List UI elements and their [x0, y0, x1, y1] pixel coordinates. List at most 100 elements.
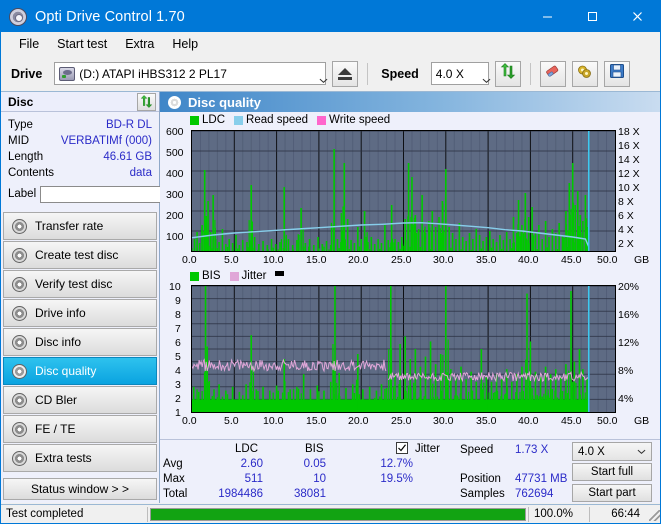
- disc-refresh-button[interactable]: [137, 92, 156, 111]
- disc-contents-value: data: [129, 167, 152, 179]
- progress-percent: 100.0%: [534, 508, 574, 520]
- refresh-button[interactable]: [494, 60, 521, 87]
- charts-area: LDC Read speed Write speed 600 500 400 3…: [160, 112, 660, 439]
- sidebar-item-cd-bler[interactable]: CD Bler: [3, 386, 157, 414]
- ldc-ytick-600: 600: [166, 126, 184, 138]
- menu-file[interactable]: File: [10, 35, 48, 53]
- menu-extra[interactable]: Extra: [116, 35, 163, 53]
- bis-ytick-8: 8: [175, 309, 181, 321]
- disc-info-list: Type BD-R DL MID VERBATIMf (000) Length …: [1, 112, 243, 207]
- minimize-button[interactable]: [525, 1, 570, 32]
- speed-select[interactable]: 4.0 X: [430, 62, 491, 85]
- window-title: Opti Drive Control 1.70: [35, 8, 185, 25]
- sidebar-item-label: FE / TE: [35, 422, 76, 436]
- bis-xtick-10: 10.0: [263, 415, 284, 427]
- bis-xaxis-unit: GB: [634, 415, 650, 427]
- sidebar-item-verify-test-disc[interactable]: Verify test disc: [3, 270, 157, 298]
- start-full-button[interactable]: Start full: [572, 463, 652, 481]
- bis-y2tick-16: 16%: [618, 309, 640, 321]
- eraser-button[interactable]: [539, 60, 566, 87]
- bis-ytick-5: 5: [175, 351, 181, 363]
- menu-help[interactable]: Help: [163, 35, 207, 53]
- stats-avg-ldc: 2.60: [240, 458, 263, 470]
- disc-icon: [12, 363, 27, 379]
- app-disc-icon: [9, 7, 27, 26]
- menu-start-test[interactable]: Start test: [48, 35, 116, 53]
- bis-xtick-40: 40.0: [518, 415, 539, 427]
- stats-avg-bis: 0.05: [303, 458, 326, 470]
- panel-header: Disc quality: [160, 92, 660, 112]
- sidebar-item-fe-te[interactable]: FE / TE: [3, 415, 157, 443]
- maximize-button[interactable]: [570, 1, 615, 32]
- refresh-icon: [140, 95, 153, 108]
- ldc-y2tick-10x: 10 X: [618, 182, 640, 194]
- legend-swatch-write-speed: [317, 115, 327, 125]
- bis-ytick-3: 3: [175, 379, 181, 391]
- chevron-down-icon: [637, 447, 646, 459]
- ldc-xaxis-unit: GB: [634, 254, 650, 266]
- drive-select[interactable]: (D:) ATAPI iHBS312 2 PL17: [54, 62, 328, 85]
- speed-stat-value: 1.73 X: [515, 444, 549, 456]
- bis-xtick-5: 5.0: [224, 415, 239, 427]
- sidebar-item-extra-tests[interactable]: Extra tests: [3, 444, 157, 472]
- sidebar-item-disc-quality[interactable]: Disc quality: [3, 357, 157, 385]
- sidebar-item-label: Disc info: [35, 335, 82, 349]
- sidebar-item-create-test-disc[interactable]: Create test disc: [3, 241, 157, 269]
- status-window-button[interactable]: Status window > >: [3, 478, 157, 500]
- status-message: Test completed: [6, 508, 84, 520]
- resize-grip[interactable]: [649, 510, 660, 521]
- menu-bar: File Start test Extra Help: [1, 32, 660, 56]
- disc-type-label: Type: [8, 119, 33, 131]
- legend-read-speed: Read speed: [234, 114, 308, 126]
- jitter-checkbox[interactable]: [396, 442, 408, 454]
- progress-fill: [151, 508, 525, 520]
- start-part-button[interactable]: Start part: [572, 484, 652, 502]
- ldc-y2tick-12x: 12 X: [618, 168, 640, 180]
- toolbar: Drive (D:) ATAPI iHBS312 2 PL17 Speed 4.…: [1, 56, 660, 92]
- eject-button[interactable]: [332, 60, 359, 87]
- floppy-save-icon: [609, 63, 625, 84]
- ldc-ytick-300: 300: [166, 189, 184, 201]
- disc-icon: [12, 392, 27, 408]
- speed-select-value: 4.0 X: [435, 66, 464, 81]
- disc-icon: [168, 95, 181, 109]
- disc-icon: [12, 450, 27, 466]
- disc-type-value: BD-R DL: [105, 119, 152, 131]
- save-button[interactable]: [603, 60, 630, 87]
- bis-xtick-45: 45.0: [561, 415, 582, 427]
- window-controls: [525, 1, 660, 32]
- refresh-icon: [500, 63, 516, 84]
- disc-mid-label: MID: [8, 135, 30, 147]
- eraser-icon: [544, 63, 561, 85]
- elapsed-time: 66:44: [611, 508, 640, 520]
- speed-label: Speed: [381, 66, 419, 81]
- stats-max-bis: 10: [313, 473, 326, 485]
- disc-info-row-mid: MID VERBATIMf (000): [8, 133, 152, 149]
- sidebar-item-label: Disc quality: [35, 364, 97, 378]
- disc-length-label: Length: [8, 151, 44, 163]
- settings-button[interactable]: [571, 60, 598, 87]
- ldc-ytick-500: 500: [166, 147, 184, 159]
- check-icon: [398, 444, 406, 452]
- bis-ytick-2: 2: [175, 393, 181, 405]
- ldc-xtick-20: 20.0: [348, 254, 369, 266]
- stats-row-total-label: Total: [163, 488, 188, 500]
- legend-label-bis: BIS: [202, 270, 221, 282]
- test-speed-value: 4.0 X: [578, 445, 605, 458]
- bis-ytick-7: 7: [175, 323, 181, 335]
- sidebar-item-transfer-rate[interactable]: Transfer rate: [3, 212, 157, 240]
- speed-stat-label: Speed: [460, 444, 494, 456]
- disc-icon: [12, 421, 27, 437]
- ldc-y2tick-2x: 2 X: [618, 238, 634, 250]
- test-speed-select[interactable]: 4.0 X: [572, 442, 652, 461]
- disc-icon: [12, 247, 27, 263]
- ldc-xtick-30: 30.0: [433, 254, 454, 266]
- legend-label-ldc: LDC: [202, 114, 226, 126]
- close-button[interactable]: [615, 1, 660, 32]
- stats-max-ldc: 511: [244, 473, 263, 485]
- sidebar-item-label: Verify test disc: [35, 277, 113, 291]
- ldc-ytick-100: 100: [166, 231, 184, 243]
- sidebar-item-drive-info[interactable]: Drive info: [3, 299, 157, 327]
- sidebar-item-disc-info[interactable]: Disc info: [3, 328, 157, 356]
- gear-icon: [576, 63, 593, 85]
